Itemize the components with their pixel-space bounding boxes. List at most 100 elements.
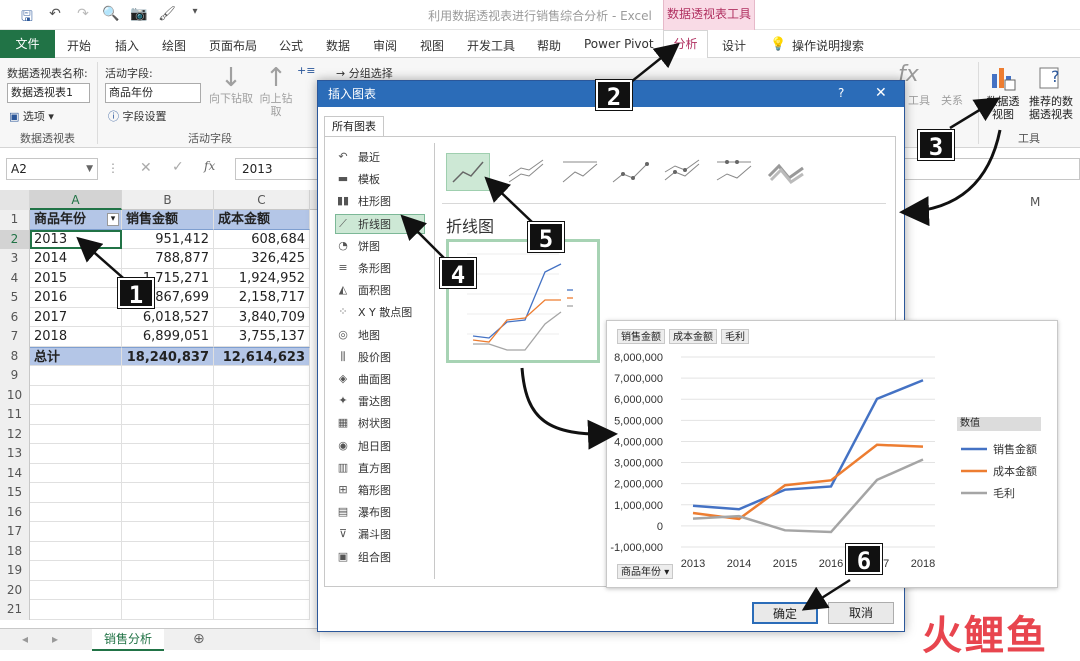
row-header[interactable]: 1 (0, 210, 30, 230)
row-header[interactable]: 14 (0, 463, 30, 483)
pivot-cell[interactable]: 2016 (30, 288, 122, 308)
pivot-cell[interactable]: 2015 (30, 268, 122, 288)
row-header[interactable]: 21 (0, 600, 30, 620)
empty-cell[interactable] (30, 405, 122, 425)
subtype-stacked-markers[interactable] (660, 153, 704, 191)
pivot-header-cell[interactable]: 成本金额 (214, 210, 310, 230)
check-icon[interactable]: ✓ (172, 159, 184, 175)
pivot-chart-zoom[interactable]: 销售金额 成本金额 毛利 8,000,000 7,000,000 6,000,000… (606, 320, 1058, 588)
column-header-a[interactable]: A (30, 190, 122, 210)
empty-cell[interactable] (214, 541, 310, 561)
olap-tools-button[interactable]: 工具 (905, 94, 933, 107)
empty-cell[interactable] (122, 561, 214, 581)
chart-type-item[interactable]: ≡ 条形图 (336, 258, 391, 278)
row-header[interactable]: 6 (0, 307, 30, 327)
row-header[interactable]: 20 (0, 580, 30, 600)
pivot-header-cell[interactable]: 商品年份 ▾ (30, 210, 122, 230)
chart-type-item[interactable]: ↶ 最近 (336, 147, 380, 167)
row-header[interactable]: 3 (0, 249, 30, 269)
help-button[interactable]: ? (838, 86, 844, 100)
chart-type-item[interactable]: ⁘ X Y 散点图 (336, 302, 412, 322)
empty-cell[interactable] (214, 405, 310, 425)
empty-cell[interactable] (214, 366, 310, 386)
empty-cell[interactable] (214, 444, 310, 464)
pivot-cell[interactable]: 2017 (30, 307, 122, 327)
empty-cell[interactable] (122, 424, 214, 444)
empty-cell[interactable] (30, 483, 122, 503)
empty-cell[interactable] (122, 483, 214, 503)
options-button[interactable]: ▣ 选项 ▾ (9, 108, 54, 124)
tab-page-layout[interactable]: 页面布局 (209, 37, 257, 54)
subtype-100-markers[interactable] (712, 153, 756, 191)
empty-cell[interactable] (122, 522, 214, 542)
column-header-c[interactable]: C (214, 190, 310, 210)
empty-cell[interactable] (30, 366, 122, 386)
empty-cell[interactable] (214, 385, 310, 405)
chart-type-item[interactable]: ▣ 组合图 (336, 547, 391, 567)
empty-cell[interactable] (30, 580, 122, 600)
empty-cell[interactable] (214, 463, 310, 483)
add-sheet-icon[interactable]: ⊕ (193, 631, 205, 647)
chart-type-item[interactable]: ⊽ 漏斗图 (336, 524, 391, 544)
empty-cell[interactable] (122, 580, 214, 600)
total-cell[interactable]: 18,240,837 (122, 346, 214, 366)
subtype-100-line[interactable] (558, 153, 602, 191)
row-header[interactable]: 16 (0, 502, 30, 522)
chart-type-item[interactable]: ◔ 饼图 (336, 236, 380, 256)
chart-type-item[interactable]: ⟋ 折线图 (335, 213, 425, 234)
chart-type-item[interactable]: ◈ 曲面图 (336, 369, 391, 389)
subtype-stacked-line[interactable] (504, 153, 548, 191)
close-button[interactable]: ✕ (875, 85, 887, 101)
filter-dropdown-icon[interactable]: ▾ (107, 213, 119, 226)
scroll-right-icon[interactable]: ▸ (52, 632, 58, 646)
relationships-button[interactable]: 关系 (935, 94, 969, 107)
subtype-line-markers[interactable] (608, 153, 652, 191)
tab-home[interactable]: 开始 (67, 37, 91, 54)
select-all[interactable] (0, 190, 30, 210)
scroll-left-icon[interactable]: ◂ (22, 632, 28, 646)
empty-cell[interactable] (214, 424, 310, 444)
empty-cell[interactable] (122, 385, 214, 405)
empty-cell[interactable] (122, 463, 214, 483)
cancel-button[interactable]: 取消 (828, 602, 894, 624)
insert-function-icon[interactable]: fx (204, 159, 215, 173)
tab-design[interactable]: 设计 (722, 37, 746, 54)
axis-field-button[interactable]: 商品年份 ▾ (617, 564, 674, 579)
pivot-chart-button[interactable]: 数据透视图 (983, 62, 1023, 121)
chart-type-item[interactable]: ◭ 面积图 (336, 280, 391, 300)
empty-cell[interactable] (214, 561, 310, 581)
empty-cell[interactable] (122, 366, 214, 386)
empty-cell[interactable] (214, 483, 310, 503)
empty-cell[interactable] (214, 522, 310, 542)
pivot-cell[interactable]: 788,877 (122, 249, 214, 269)
tab-developer[interactable]: 开发工具 (467, 37, 515, 54)
row-header[interactable]: 11 (0, 405, 30, 425)
active-field-input[interactable]: 商品年份 (105, 83, 201, 103)
empty-cell[interactable] (122, 502, 214, 522)
row-header[interactable]: 7 (0, 327, 30, 347)
empty-cell[interactable] (122, 541, 214, 561)
name-box[interactable]: A2 ▼ (6, 158, 98, 180)
empty-cell[interactable] (122, 405, 214, 425)
pivot-header-cell[interactable]: 销售金额 (122, 210, 214, 230)
row-header[interactable]: 5 (0, 288, 30, 308)
tab-review[interactable]: 审阅 (373, 37, 397, 54)
tab-analyze[interactable]: 分析 (663, 30, 708, 59)
pivot-cell[interactable]: 951,412 (122, 229, 214, 249)
empty-cell[interactable] (30, 522, 122, 542)
chart-type-item[interactable]: ◉ 旭日图 (336, 436, 391, 456)
drill-down-button[interactable]: ↓ 向下钻取 (207, 64, 255, 105)
chart-type-item[interactable]: ⊞ 箱形图 (336, 480, 391, 500)
chart-type-item[interactable]: ✦ 雷达图 (336, 391, 391, 411)
sheet-tab-sales[interactable]: 销售分析 (92, 629, 164, 651)
pivot-cell[interactable]: 2014 (30, 249, 122, 269)
cancel-icon[interactable]: ✕ (140, 160, 152, 176)
tab-insert[interactable]: 插入 (115, 37, 139, 54)
row-header[interactable]: 2 (0, 229, 30, 249)
chart-type-item[interactable]: ▤ 瀑布图 (336, 502, 391, 522)
total-cell[interactable]: 总计 (30, 346, 122, 366)
tab-data[interactable]: 数据 (326, 37, 350, 54)
row-header[interactable]: 9 (0, 366, 30, 386)
chart-type-item[interactable]: ⫼ 股价图 (336, 347, 391, 367)
row-header[interactable]: 4 (0, 268, 30, 288)
